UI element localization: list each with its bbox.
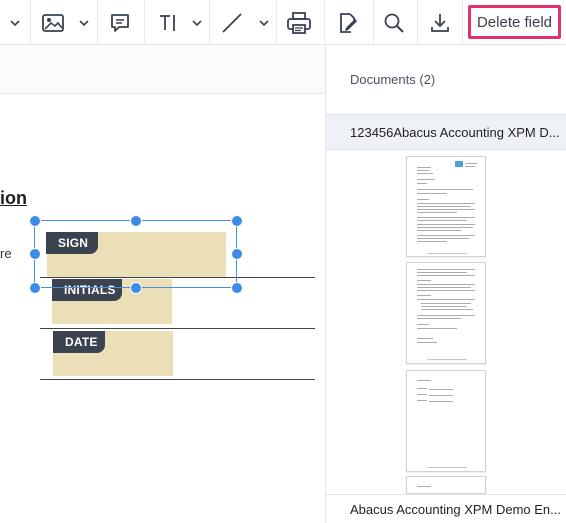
toolbar: Delete field <box>0 0 566 45</box>
selection-outline <box>34 220 237 288</box>
search-icon[interactable] <box>378 0 410 45</box>
documents-title: Documents (2) <box>350 72 436 87</box>
dropdown-caret-icon[interactable] <box>0 0 30 45</box>
toolbar-divider <box>373 0 374 45</box>
resize-handle-top-right[interactable] <box>231 215 243 227</box>
toolbar-divider <box>462 0 463 45</box>
document-item-2[interactable]: Abacus Accounting XPM Demo En... <box>326 494 566 523</box>
document-item-1[interactable]: 123456Abacus Accounting XPM D... <box>326 114 566 150</box>
toolbar-divider <box>30 0 31 45</box>
text-icon[interactable] <box>152 0 184 45</box>
document-canvas[interactable]: ion re SIGN INITIALS DATE <box>0 46 326 523</box>
line-dropdown-icon[interactable] <box>258 0 270 45</box>
resize-handle-top-left[interactable] <box>29 215 41 227</box>
date-field-tag: DATE <box>53 331 105 353</box>
documents-panel: Documents (2) 123456Abacus Accounting XP… <box>326 46 566 523</box>
resize-handle-left[interactable] <box>29 248 41 260</box>
document-label-fragment: re <box>0 246 12 261</box>
comment-icon[interactable] <box>104 0 136 45</box>
print-icon[interactable] <box>282 0 316 45</box>
resize-handle-top[interactable] <box>130 215 142 227</box>
toolbar-divider <box>324 0 325 45</box>
image-icon[interactable] <box>36 0 70 45</box>
toolbar-divider <box>209 0 210 45</box>
image-dropdown-icon[interactable] <box>78 0 90 45</box>
document-heading-fragment: ion <box>0 188 27 208</box>
toolbar-divider <box>417 0 418 45</box>
page-thumbnail-1[interactable] <box>406 156 486 257</box>
line-icon[interactable] <box>216 0 248 45</box>
sign-edit-icon[interactable] <box>331 0 365 45</box>
page-thumbnail-4[interactable] <box>406 476 486 494</box>
toolbar-divider <box>97 0 98 45</box>
page-thumbnail-2[interactable] <box>406 262 486 364</box>
canvas-header-strip <box>0 46 326 94</box>
page-thumbnail-3[interactable] <box>406 370 486 472</box>
date-line <box>40 379 315 380</box>
toolbar-divider <box>144 0 145 45</box>
text-dropdown-icon[interactable] <box>191 0 203 45</box>
resize-handle-right[interactable] <box>231 248 243 260</box>
resize-handle-bottom[interactable] <box>130 282 142 294</box>
toolbar-divider <box>276 0 277 45</box>
resize-handle-bottom-right[interactable] <box>231 282 243 294</box>
logo-thumbnail-mark <box>455 161 463 167</box>
resize-handle-bottom-left[interactable] <box>29 282 41 294</box>
download-icon[interactable] <box>424 0 456 45</box>
delete-field-button[interactable]: Delete field <box>468 5 561 39</box>
initials-line <box>40 328 315 329</box>
